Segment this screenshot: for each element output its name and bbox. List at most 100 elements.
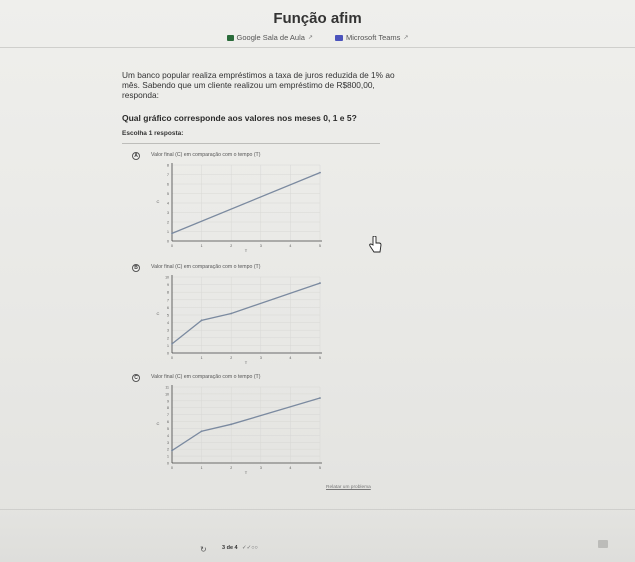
page-title: Função afim bbox=[273, 10, 362, 27]
x-tick-label: 2 bbox=[230, 466, 232, 470]
option-chart-caption: Valor final (C) em comparação com o temp… bbox=[151, 264, 261, 270]
x-tick-label: 1 bbox=[201, 356, 203, 360]
x-axis-label: T bbox=[245, 470, 248, 475]
y-tick-label: 5 bbox=[167, 192, 169, 196]
line-chart-c: 0 1 2 3 4 5 6 7 8 9 10 11 0 1 2 3 4 5 C T bbox=[157, 385, 322, 475]
y-tick-label: 1 bbox=[167, 455, 169, 459]
line-chart-a: 0 1 2 3 4 5 6 7 8 0 1 2 3 4 5 C T bbox=[157, 163, 322, 253]
y-tick-label: 0 bbox=[167, 462, 169, 466]
resource-links: Google Sala de Aula ↗ Microsoft Teams ↗ bbox=[0, 33, 635, 42]
data-point bbox=[171, 342, 173, 345]
microsoft-teams-icon bbox=[334, 34, 343, 41]
option-chart-caption: Valor final (C) em comparação com o temp… bbox=[151, 374, 261, 380]
footer-divider bbox=[0, 509, 635, 510]
x-tick-label: 2 bbox=[230, 356, 232, 360]
header-divider bbox=[0, 47, 635, 48]
y-tick-label: 4 bbox=[167, 434, 169, 438]
google-classroom-link[interactable]: Google Sala de Aula ↗ bbox=[226, 33, 313, 42]
x-tick-label: 4 bbox=[289, 466, 291, 470]
x-tick-label: 4 bbox=[289, 356, 291, 360]
progress-status-marks: ✓✓○○ bbox=[242, 545, 258, 551]
x-tick-label: 5 bbox=[319, 356, 321, 360]
y-tick-label: 8 bbox=[167, 291, 169, 295]
footer-bar bbox=[0, 512, 635, 562]
microsoft-teams-label: Microsoft Teams bbox=[345, 33, 401, 42]
y-tick-label: 7 bbox=[167, 413, 169, 417]
data-point bbox=[230, 423, 233, 426]
x-tick-label: 0 bbox=[171, 466, 173, 470]
y-tick-label: 10 bbox=[165, 276, 169, 280]
y-tick-label: 2 bbox=[167, 336, 169, 340]
y-axis-label: C bbox=[157, 199, 160, 204]
x-tick-label: 0 bbox=[171, 356, 173, 360]
external-link-icon: ↗ bbox=[307, 35, 313, 41]
y-tick-label: 1 bbox=[167, 344, 169, 348]
x-tick-label: 1 bbox=[201, 244, 203, 248]
y-tick-label: 2 bbox=[167, 221, 169, 225]
y-tick-label: 0 bbox=[167, 352, 169, 356]
choices-divider bbox=[122, 143, 380, 144]
y-tick-label: 6 bbox=[167, 183, 169, 187]
y-tick-label: 1 bbox=[167, 230, 169, 234]
data-point bbox=[200, 430, 203, 433]
question-statement: Um banco popular realiza empréstimos a t… bbox=[122, 70, 395, 100]
y-tick-label: 3 bbox=[167, 329, 169, 333]
option-letter-badge: A bbox=[132, 152, 140, 160]
x-tick-label: 5 bbox=[319, 244, 321, 248]
x-tick-label: 3 bbox=[260, 244, 262, 248]
option-chart-caption: Valor final (C) em comparação com o temp… bbox=[151, 152, 261, 158]
x-tick-label: 4 bbox=[289, 244, 291, 248]
question-progress: 3 de 4 bbox=[222, 545, 238, 551]
x-tick-label: 1 bbox=[201, 466, 203, 470]
corner-button[interactable] bbox=[598, 540, 608, 548]
data-point bbox=[171, 449, 173, 452]
y-tick-label: 8 bbox=[167, 406, 169, 410]
y-tick-label: 5 bbox=[167, 427, 169, 431]
y-tick-label: 3 bbox=[167, 211, 169, 215]
google-classroom-label: Google Sala de Aula bbox=[236, 33, 305, 42]
y-tick-label: 0 bbox=[167, 240, 169, 244]
data-point bbox=[319, 282, 321, 284]
y-tick-label: 8 bbox=[167, 164, 169, 168]
line-chart-b: 0 1 2 3 4 5 6 7 8 9 10 0 1 2 3 4 5 C T bbox=[157, 275, 322, 365]
x-tick-label: 0 bbox=[171, 244, 173, 248]
series-line bbox=[171, 397, 321, 452]
data-point bbox=[171, 232, 173, 235]
y-axis-label: C bbox=[157, 421, 160, 426]
google-classroom-icon bbox=[226, 34, 234, 41]
data-point bbox=[230, 312, 233, 315]
exercise-page: Função afim Google Sala de Aula ↗ Micros… bbox=[0, 0, 635, 562]
y-tick-label: 9 bbox=[167, 283, 169, 287]
y-tick-label: 11 bbox=[165, 386, 169, 390]
x-tick-label: 5 bbox=[319, 466, 321, 470]
x-tick-label: 3 bbox=[260, 356, 262, 360]
choose-answer-label: Escolha 1 resposta: bbox=[122, 130, 184, 137]
pointer-hand-icon bbox=[369, 236, 382, 253]
y-tick-label: 4 bbox=[167, 321, 169, 325]
x-axis-label: T bbox=[245, 248, 248, 253]
y-tick-label: 6 bbox=[167, 306, 169, 310]
x-tick-label: 2 bbox=[230, 244, 232, 248]
option-letter-badge: B bbox=[132, 264, 140, 272]
refresh-icon[interactable]: ↻ bbox=[200, 545, 207, 554]
x-axis-label: T bbox=[245, 360, 248, 365]
y-tick-label: 2 bbox=[167, 448, 169, 452]
report-problem-link[interactable]: Relatar um problema bbox=[326, 485, 371, 490]
data-point bbox=[319, 171, 321, 174]
y-tick-label: 10 bbox=[165, 392, 169, 396]
data-point bbox=[200, 319, 203, 322]
y-tick-label: 5 bbox=[167, 314, 169, 318]
y-tick-label: 7 bbox=[167, 173, 169, 177]
external-link-icon: ↗ bbox=[403, 35, 409, 41]
option-letter-badge: C bbox=[132, 374, 140, 382]
x-tick-label: 3 bbox=[260, 466, 262, 470]
question-prompt: Qual gráfico corresponde aos valores nos… bbox=[122, 113, 357, 123]
y-tick-label: 6 bbox=[167, 420, 169, 424]
microsoft-teams-link[interactable]: Microsoft Teams ↗ bbox=[334, 33, 409, 42]
data-point bbox=[319, 397, 321, 399]
y-tick-label: 7 bbox=[167, 298, 169, 302]
y-axis-label: C bbox=[157, 311, 160, 316]
y-tick-label: 3 bbox=[167, 441, 169, 445]
y-tick-label: 9 bbox=[167, 399, 169, 403]
y-tick-label: 4 bbox=[167, 202, 169, 206]
